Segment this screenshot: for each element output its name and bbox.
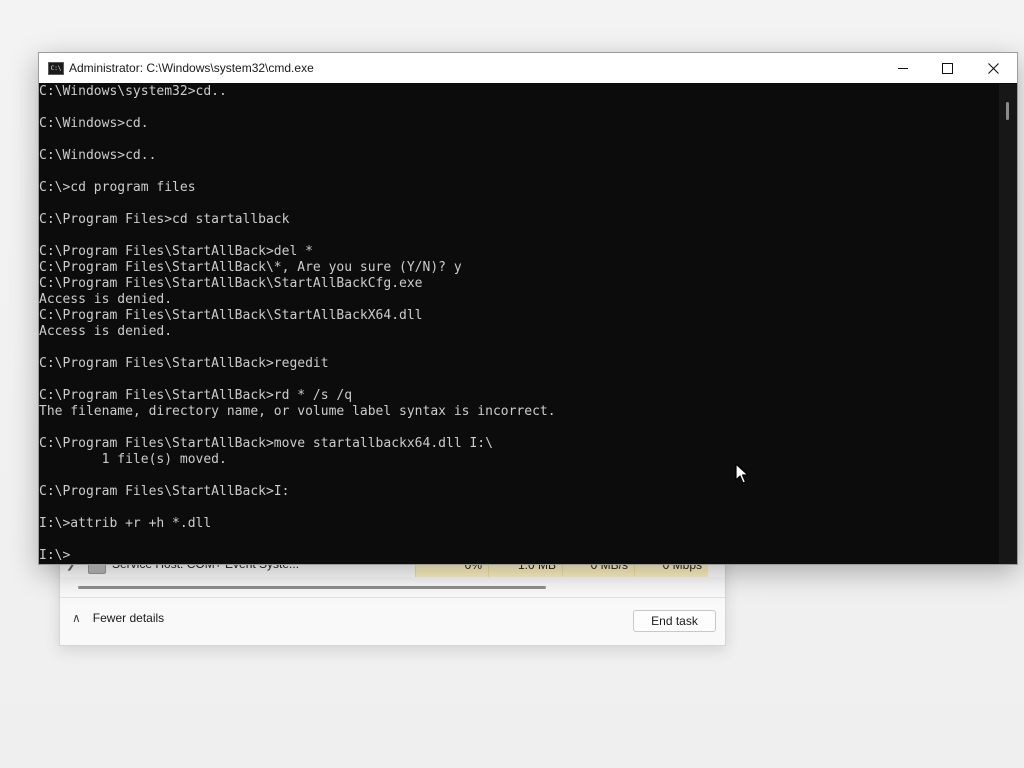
cmd-icon[interactable]: C:\ <box>48 62 64 75</box>
cmd-window: C:\ Administrator: C:\Windows\system32\c… <box>38 52 1018 565</box>
close-icon <box>988 62 999 74</box>
vertical-scrollbar[interactable] <box>999 84 1017 564</box>
fewer-details-button[interactable]: ∧ Fewer details <box>72 611 164 625</box>
window-title: Administrator: C:\Windows\system32\cmd.e… <box>69 61 314 75</box>
title-bar[interactable]: C:\ Administrator: C:\Windows\system32\c… <box>39 53 1017 83</box>
console-line: C:\Program Files\StartAllBack\*, Are you… <box>39 260 462 275</box>
console-line: 1 file(s) moved. <box>39 452 227 467</box>
console-line: Access is denied. <box>39 324 173 339</box>
close-button[interactable] <box>971 53 1016 83</box>
console-line: C:\Program Files\StartAllBack>rd * /s /q <box>39 388 353 403</box>
scrollbar-thumb[interactable] <box>1006 102 1009 120</box>
minimize-icon <box>897 67 908 69</box>
console-line: C:\Windows\system32>cd.. <box>39 84 227 99</box>
end-task-button[interactable]: End task <box>633 610 716 632</box>
maximize-icon <box>942 62 953 74</box>
console-line: C:\Program Files\StartAllBack>move start… <box>39 436 493 451</box>
console-area[interactable]: C:\Windows\system32>cd.. C:\Windows>cd. C:… <box>39 84 997 564</box>
console-line: I:\>attrib +r +h *.dll <box>39 516 212 531</box>
chevron-up-icon: ∧ <box>72 611 81 625</box>
console-line: The filename, directory name, or volume … <box>39 404 556 419</box>
console-output: C:\Windows\system32>cd.. C:\Windows>cd. C:… <box>39 84 997 564</box>
fewer-details-label: Fewer details <box>92 611 165 625</box>
console-line: C:\>cd program files <box>39 180 196 195</box>
mouse-pointer-icon <box>735 463 749 484</box>
divider <box>60 597 725 598</box>
console-line: C:\Windows>cd.. <box>39 148 157 163</box>
desktop: ❯ Service Host: COM+ Event Syste... 0% 1… <box>0 0 1024 768</box>
console-line: C:\Program Files\StartAllBack\StartAllBa… <box>39 276 423 291</box>
console-line: C:\Program Files\StartAllBack>I: <box>39 484 290 499</box>
console-line: C:\Program Files\StartAllBack\StartAllBa… <box>39 308 423 323</box>
maximize-button[interactable] <box>925 53 970 83</box>
console-line: I:\> <box>39 548 71 563</box>
console-line: C:\Program Files>cd startallback <box>39 212 290 227</box>
horizontal-scrollbar[interactable] <box>78 586 546 589</box>
console-line: C:\Windows>cd. <box>39 116 149 131</box>
console-line: C:\Program Files\StartAllBack>regedit <box>39 356 329 371</box>
minimize-button[interactable] <box>880 53 925 83</box>
console-line: Access is denied. <box>39 292 173 307</box>
console-line: C:\Program Files\StartAllBack>del * <box>39 244 313 259</box>
